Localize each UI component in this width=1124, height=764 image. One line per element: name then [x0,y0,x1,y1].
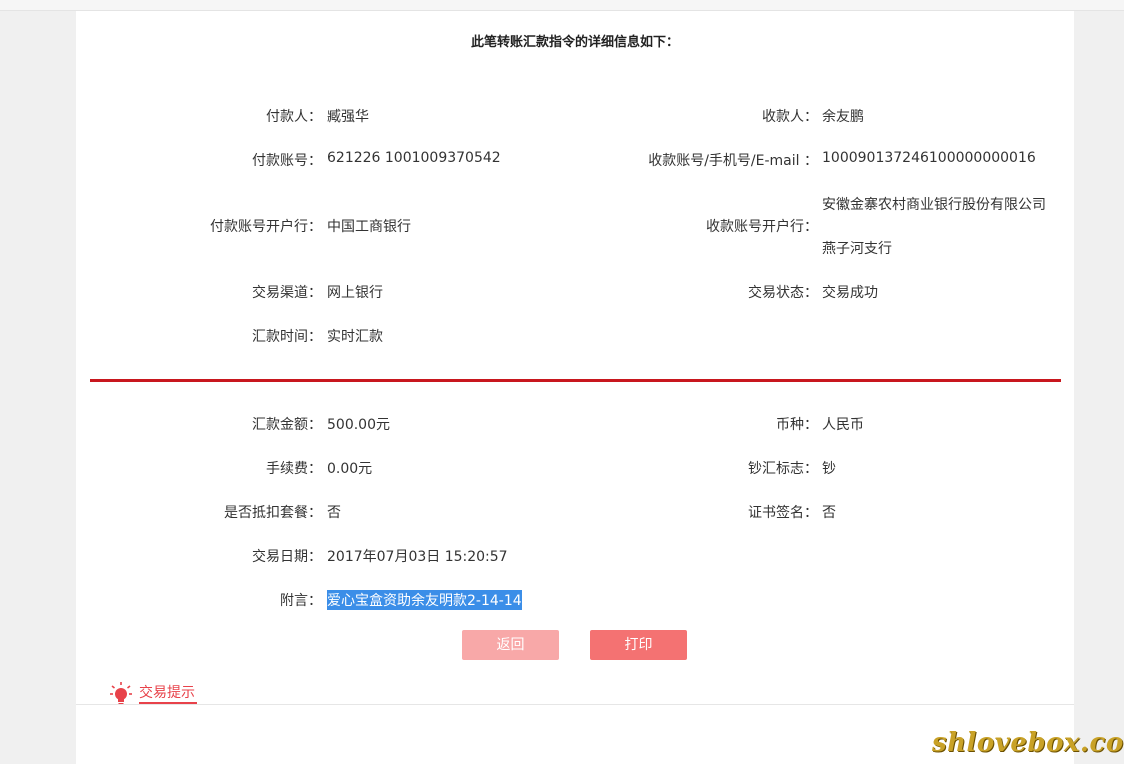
amount-label: 汇款金额： [252,417,322,433]
payer-account-value: 621226 1001009370542 [327,150,501,166]
section-divider [90,379,1061,382]
tips-section: 交易提示 [76,666,1074,764]
package-deduct-label: 是否抵扣套餐： [224,505,322,521]
currency-label: 币种： [776,417,818,433]
status-label: 交易状态： [748,285,818,301]
payee-bank-value-line1: 安徽金寨农村商业银行股份有限公司 [822,197,1046,213]
cash-flag-label: 钞汇标志： [748,461,818,477]
channel-value: 网上银行 [327,285,383,301]
lightbulb-icon [110,682,132,705]
watermark: shlovebox.com [932,728,1124,758]
payer-bank-label: 付款账号开户行： [210,219,322,235]
trade-date-value: 2017年07月03日 15:20:57 [327,549,508,565]
payee-label: 收款人： [762,109,818,125]
payee-account-label: 收款账号/手机号/E-mail ： [648,153,818,169]
cert-sign-label: 证书签名： [748,505,818,521]
tips-tab-title[interactable]: 交易提示 [139,682,195,702]
memo-value[interactable]: 爱心宝盒资助余友明款2-14-14 [327,590,522,610]
fee-label: 手续费： [266,461,322,477]
cash-flag-value: 钞 [822,461,836,477]
print-button[interactable]: 打印 [590,630,687,660]
payee-bank-value-line2: 燕子河支行 [822,241,892,257]
payer-value: 臧强华 [327,109,369,125]
payee-value: 余友鹏 [822,109,864,125]
payee-bank-label: 收款账号开户行： [706,219,818,235]
currency-value: 人民币 [822,417,864,433]
payer-account-label: 付款账号： [252,153,322,169]
memo-label: 附言： [280,593,322,609]
fee-value: 0.00元 [327,461,373,477]
page-title: 此笔转账汇款指令的详细信息如下： [470,35,679,50]
package-deduct-value: 否 [327,505,341,521]
tips-divider [76,704,1074,705]
remit-time-value: 实时汇款 [327,329,383,345]
payee-account-value: 100090137246100000000016 [822,150,1036,166]
cert-sign-value: 否 [822,505,836,521]
trade-date-label: 交易日期： [252,549,322,565]
channel-label: 交易渠道： [252,285,322,301]
amount-value: 500.00元 [327,417,390,433]
back-button[interactable]: 返回 [462,630,559,660]
status-value: 交易成功 [822,285,878,301]
remit-time-label: 汇款时间： [252,329,322,345]
transfer-detail-panel: 此笔转账汇款指令的详细信息如下： 付款人： 臧强华 付款账号： 621226 1… [76,11,1074,666]
payer-bank-value: 中国工商银行 [327,219,411,235]
top-bar [0,0,1124,11]
payer-label: 付款人： [266,109,322,125]
